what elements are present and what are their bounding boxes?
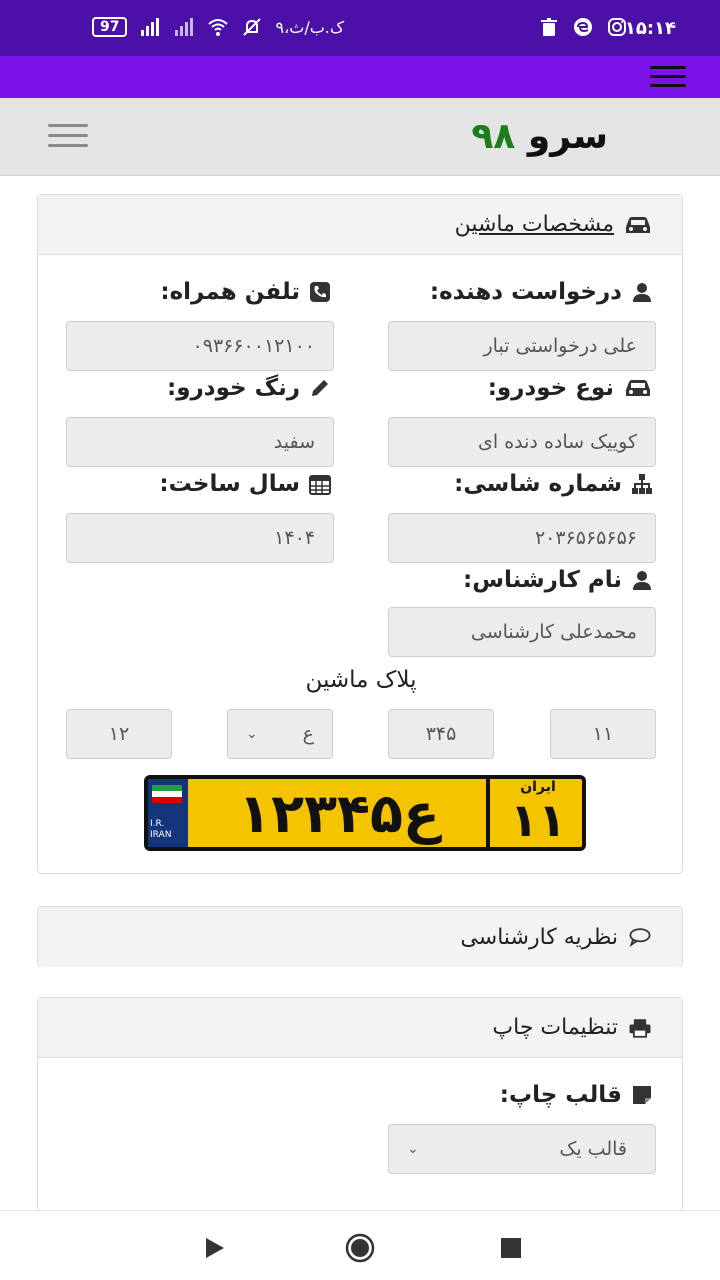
plate-letter-value: ع xyxy=(302,723,314,745)
back-icon[interactable] xyxy=(200,1233,230,1263)
car-specs-header[interactable]: مشخصات ماشین xyxy=(38,195,682,255)
car-color-label: رنگ خودرو: xyxy=(167,375,332,401)
print-template-value: قالب یک xyxy=(559,1138,627,1160)
app-bar xyxy=(0,56,720,98)
chassis-field[interactable]: ۲۰۳۶۵۶۵۶۵۶ xyxy=(388,513,656,563)
year-label: سال ساخت: xyxy=(159,471,332,497)
brand-number: ۹۸ xyxy=(471,116,516,157)
license-plate-image: I.R. IRAN ۱۲ع۳۴۵ ایران ۱۱ xyxy=(144,775,586,851)
sitemap-icon xyxy=(632,474,652,494)
print-template-label: قالب چاپ: xyxy=(500,1082,654,1108)
mute-icon xyxy=(243,18,262,36)
print-template-select[interactable]: ⌄ قالب یک xyxy=(388,1124,656,1174)
sticky-note-icon xyxy=(633,1086,651,1104)
calendar-icon xyxy=(309,475,331,495)
car-icon xyxy=(626,380,650,396)
home-icon[interactable] xyxy=(345,1233,375,1263)
menu-icon[interactable] xyxy=(650,66,686,88)
wifi-icon xyxy=(208,19,229,36)
network-speed: ۹،ک.ب/ث xyxy=(275,17,345,37)
recents-icon[interactable] xyxy=(496,1233,526,1263)
user-icon xyxy=(633,283,651,302)
expert-opinion-title: نظریه کارشناسی xyxy=(460,924,618,950)
phone-field[interactable]: ۰۹۳۶۶۰۰۱۲۱۰۰ xyxy=(66,321,334,371)
pencil-icon xyxy=(312,380,328,396)
plate-region-number: ۱۱ xyxy=(509,793,567,847)
status-bar: 97 ۹،ک.ب/ث ۱۵:۱۴ xyxy=(0,0,720,56)
chassis-label: شماره شاسی: xyxy=(454,471,654,497)
battery-icon: 97 xyxy=(92,17,128,37)
plate-main-number: ۱۲ع۳۴۵ xyxy=(238,781,440,845)
plate-part4-field[interactable]: ۱۲ xyxy=(66,709,172,759)
phone-icon xyxy=(310,282,330,302)
plate-divider xyxy=(486,779,490,847)
brand-text: سرو xyxy=(527,116,608,157)
expert-label: نام کارشناس: xyxy=(463,567,654,593)
chevron-down-icon: ⌄ xyxy=(246,726,258,742)
signal-icon xyxy=(175,18,194,36)
plate-part2-field[interactable]: ۳۴۵ xyxy=(388,709,494,759)
car-icon xyxy=(626,216,650,233)
year-field[interactable]: ۱۴۰۴ xyxy=(66,513,334,563)
print-settings-header[interactable]: تنظیمات چاپ xyxy=(38,998,682,1058)
android-nav-bar xyxy=(0,1210,720,1280)
printer-icon xyxy=(629,1018,651,1038)
comment-icon xyxy=(629,928,651,948)
plate-letter-select[interactable]: ⌄ ع xyxy=(227,709,333,759)
print-settings-card: تنظیمات چاپ قالب چاپ: ⌄ قالب یک xyxy=(37,997,683,1237)
brand-logo[interactable]: سرو ۹۸ xyxy=(471,116,608,157)
requester-field[interactable]: علی درخواستی تبار xyxy=(388,321,656,371)
edge-icon xyxy=(574,18,592,36)
status-time: ۱۵:۱۴ xyxy=(624,18,676,39)
status-notification-icons xyxy=(538,16,628,38)
plate-country-text: I.R. IRAN xyxy=(150,819,172,840)
car-color-field[interactable]: سفید xyxy=(66,417,334,467)
expert-opinion-header[interactable]: نظریه کارشناسی xyxy=(38,907,682,967)
car-type-label: نوع خودرو: xyxy=(488,375,654,401)
car-specs-card: مشخصات ماشین درخواست دهنده: تلفن همراه: … xyxy=(37,194,683,874)
site-header: سرو ۹۸ xyxy=(0,98,720,176)
requester-label: درخواست دهنده: xyxy=(430,279,654,305)
car-type-field[interactable]: کوییک ساده دنده ای xyxy=(388,417,656,467)
expert-opinion-card: نظریه کارشناسی xyxy=(37,906,683,967)
expert-field[interactable]: محمدعلی کارشناسی xyxy=(388,607,656,657)
trash-icon xyxy=(541,18,557,36)
plate-part1-field[interactable]: ۱۱ xyxy=(550,709,656,759)
hamburger-menu-icon[interactable] xyxy=(48,124,88,150)
user-icon xyxy=(633,571,651,590)
chevron-down-icon: ⌄ xyxy=(407,1141,419,1157)
phone-label: تلفن همراه: xyxy=(160,279,332,305)
plate-flag-strip: I.R. IRAN xyxy=(148,779,188,847)
print-settings-title: تنظیمات چاپ xyxy=(492,1015,618,1040)
signal-icon xyxy=(141,18,160,36)
status-left: 97 ۹،ک.ب/ث xyxy=(92,16,344,38)
plate-title: پلاک ماشین xyxy=(305,667,417,693)
iran-flag-icon xyxy=(152,785,182,803)
car-specs-title: مشخصات ماشین xyxy=(454,212,614,237)
